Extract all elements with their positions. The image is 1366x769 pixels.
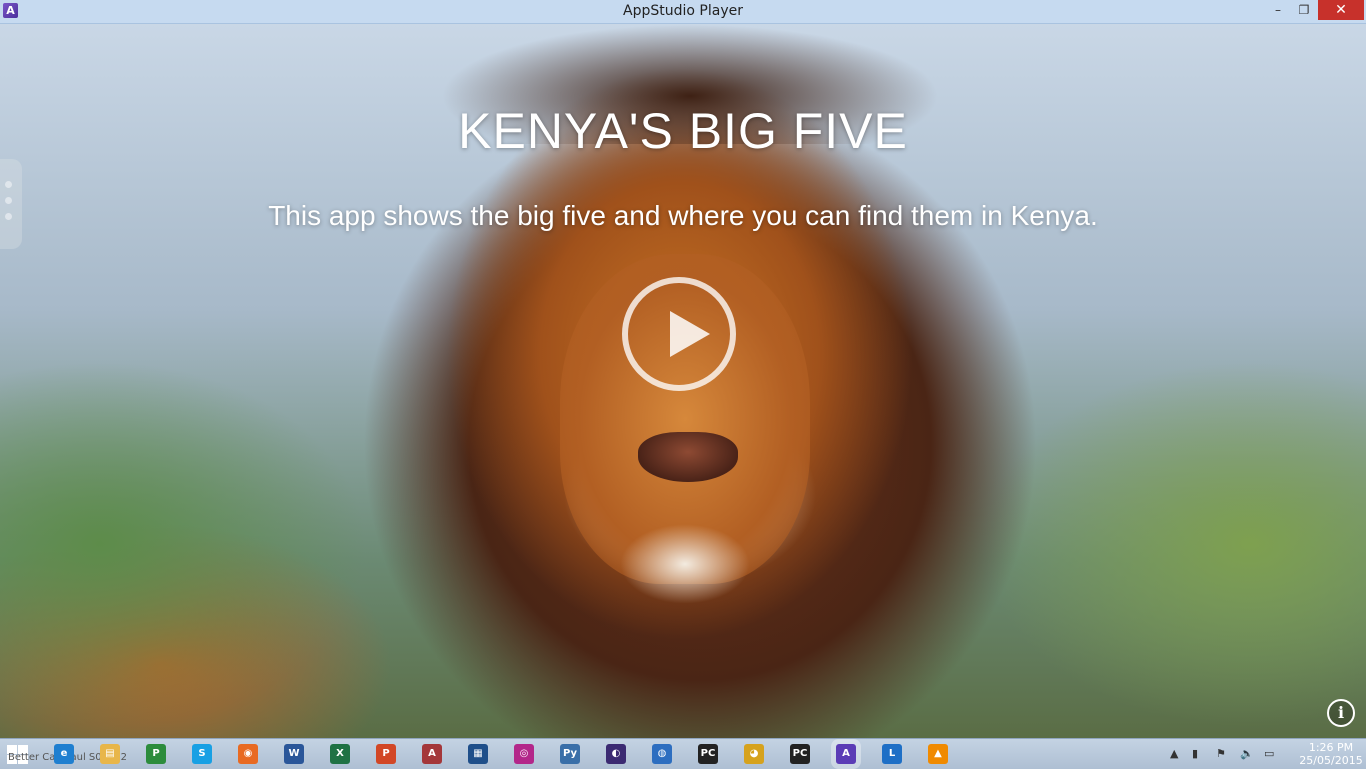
- handle-dot: [5, 181, 12, 188]
- camera-icon[interactable]: ◎: [514, 744, 534, 764]
- close-button[interactable]: ✕: [1318, 0, 1364, 20]
- chrome-icon[interactable]: ◕: [744, 744, 764, 764]
- action-center-flag-icon[interactable]: ⚑: [1216, 747, 1226, 760]
- window-app-icon[interactable]: ▦: [468, 744, 488, 764]
- pycharm-icon[interactable]: PC: [698, 744, 718, 764]
- lion-chin: [620, 524, 750, 604]
- powerpoint-icon[interactable]: P: [376, 744, 396, 764]
- appstudio-icon[interactable]: A: [836, 744, 856, 764]
- python-icon[interactable]: Py: [560, 744, 580, 764]
- firefox-icon[interactable]: ◉: [238, 744, 258, 764]
- title-bar: A AppStudio Player – ❐ ✕: [0, 0, 1366, 24]
- show-hidden-icons-button[interactable]: ▲: [1170, 747, 1178, 760]
- ie-icon[interactable]: e: [54, 744, 74, 764]
- vlc-icon[interactable]: ▲: [928, 744, 948, 764]
- excel-icon[interactable]: X: [330, 744, 350, 764]
- window-title: AppStudio Player: [623, 3, 743, 19]
- page-subtitle: This app shows the big five and where yo…: [268, 200, 1098, 231]
- display-icon[interactable]: ▭: [1264, 747, 1274, 760]
- minimize-button[interactable]: –: [1264, 0, 1292, 20]
- access-icon[interactable]: A: [422, 744, 442, 764]
- clock-time: 1:26 PM: [1308, 741, 1354, 754]
- globe-icon[interactable]: ◍: [652, 744, 672, 764]
- restore-button[interactable]: ❐: [1290, 0, 1318, 20]
- app-content: KENYA'S BIG FIVE This app shows the big …: [0, 24, 1366, 738]
- word-icon[interactable]: W: [284, 744, 304, 764]
- skype-icon[interactable]: S: [192, 744, 212, 764]
- network-icon[interactable]: ▮: [1192, 747, 1198, 760]
- system-clock[interactable]: 1:26 PM 25/05/2015: [1298, 741, 1364, 767]
- page-title: KENYA'S BIG FIVE: [458, 103, 908, 159]
- play-button[interactable]: [622, 277, 736, 391]
- play-icon: [670, 311, 710, 357]
- taskbar: Better Call Saul S01E12 e▤PS◉WXPA▦◎Py◐◍P…: [0, 738, 1366, 769]
- lion-nose: [638, 432, 738, 482]
- project-icon[interactable]: P: [146, 744, 166, 764]
- lync-icon[interactable]: L: [882, 744, 902, 764]
- file-explorer-icon[interactable]: ▤: [100, 744, 120, 764]
- eclipse-icon[interactable]: ◐: [606, 744, 626, 764]
- volume-icon[interactable]: 🔈: [1240, 747, 1254, 760]
- pycharm-icon-2[interactable]: PC: [790, 744, 810, 764]
- clock-date: 25/05/2015: [1299, 754, 1363, 767]
- info-button[interactable]: i: [1327, 699, 1355, 727]
